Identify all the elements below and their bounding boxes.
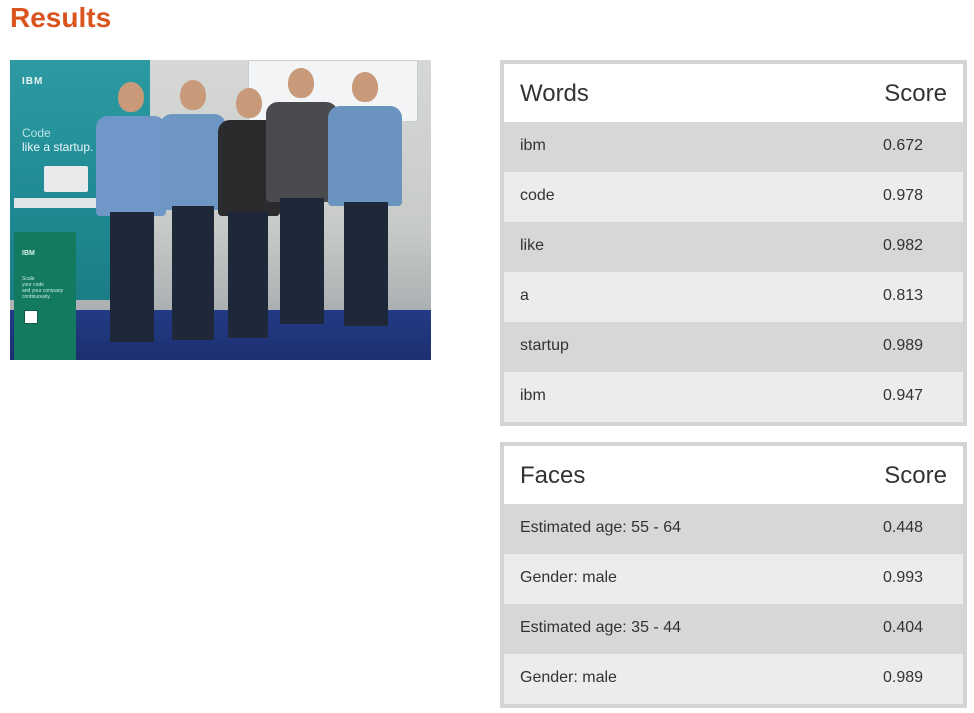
word-score: 0.813: [883, 287, 924, 304]
table-row: like 0.982: [504, 222, 963, 272]
table-row: ibm 0.672: [504, 122, 963, 172]
table-row: Gender: male 0.993: [504, 554, 963, 604]
word-label: a: [520, 287, 529, 304]
table-row: code 0.978: [504, 172, 963, 222]
face-attribute: Estimated age: 35 - 44: [520, 619, 681, 636]
result-photo: IBM Code like a startup. IBM Scale your …: [10, 60, 431, 360]
word-label: ibm: [520, 137, 546, 154]
banner-stand: IBM Scale your code and your company con…: [14, 232, 76, 360]
word-score: 0.672: [883, 137, 924, 154]
table-row: a 0.813: [504, 272, 963, 322]
face-attribute: Gender: male: [520, 569, 617, 586]
faces-table-header: Faces Score: [504, 446, 963, 504]
words-column-header: Words: [520, 80, 589, 107]
face-score: 0.404: [883, 619, 924, 636]
word-score: 0.982: [883, 237, 924, 254]
faces-table: Faces Score Estimated age: 55 - 64 0.448…: [500, 442, 967, 708]
words-table-header: Words Score: [504, 64, 963, 122]
face-attribute: Estimated age: 55 - 64: [520, 519, 681, 536]
table-row: ibm 0.947: [504, 372, 963, 422]
word-label: code: [520, 187, 555, 204]
score-column-header: Score: [884, 462, 947, 489]
score-column-header: Score: [884, 80, 947, 107]
word-score: 0.978: [883, 187, 924, 204]
table-row: startup 0.989: [504, 322, 963, 372]
page-title: Results: [10, 2, 112, 33]
table-row: Gender: male 0.989: [504, 654, 963, 704]
face-score: 0.989: [883, 669, 924, 686]
word-score: 0.989: [883, 337, 924, 354]
table-row: Estimated age: 55 - 64 0.448: [504, 504, 963, 554]
word-label: ibm: [520, 387, 546, 404]
word-score: 0.947: [883, 387, 924, 404]
qr-code-icon: [24, 310, 38, 324]
kiosk-counter: [14, 198, 102, 208]
laptop-icon: [44, 166, 88, 192]
word-label: like: [520, 237, 545, 254]
face-score: 0.448: [883, 519, 924, 536]
booth-brand-logo: IBM: [22, 76, 44, 87]
face-score: 0.993: [883, 569, 924, 586]
faces-column-header: Faces: [520, 462, 586, 489]
words-table: Words Score ibm 0.672 code 0.978 like 0.…: [500, 60, 967, 426]
booth-slogan: Code like a startup.: [22, 126, 94, 154]
face-attribute: Gender: male: [520, 669, 617, 686]
table-row: Estimated age: 35 - 44 0.404: [504, 604, 963, 654]
word-label: startup: [520, 337, 569, 354]
